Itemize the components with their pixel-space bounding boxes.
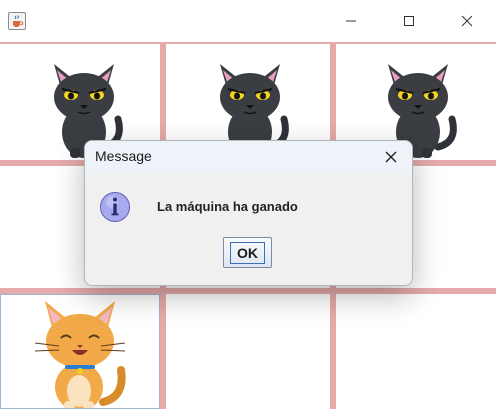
minimize-icon	[346, 20, 356, 22]
java-cup-icon	[8, 12, 26, 30]
maximize-button[interactable]	[386, 0, 432, 42]
ok-button-label: OK	[230, 241, 265, 264]
message-dialog: Message La máquina ha ganado OK	[84, 140, 413, 286]
minimize-button[interactable]	[328, 0, 374, 42]
ok-button[interactable]: OK	[223, 237, 272, 268]
close-window-button[interactable]	[444, 0, 490, 42]
dialog-close-button[interactable]	[380, 146, 402, 168]
dialog-message: La máquina ha ganado	[157, 199, 298, 214]
maximize-icon	[404, 16, 414, 26]
board-cell-2-1[interactable]	[166, 294, 330, 409]
close-icon	[461, 15, 473, 27]
dialog-title-bar: Message	[85, 141, 412, 174]
dialog-title: Message	[95, 148, 152, 164]
info-icon	[100, 192, 130, 222]
orange-cat-icon	[34, 301, 126, 408]
close-icon	[385, 151, 397, 163]
board-cell-2-0[interactable]	[0, 294, 160, 409]
window-title-bar	[0, 0, 496, 42]
board-cell-2-2[interactable]	[336, 294, 496, 409]
